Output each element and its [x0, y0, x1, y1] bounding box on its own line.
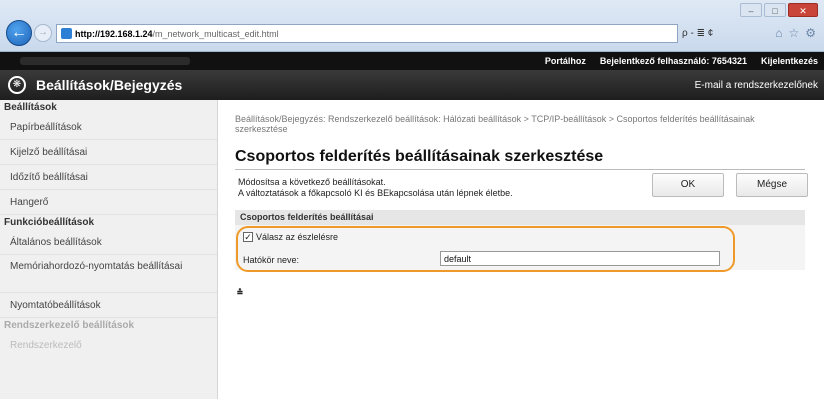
sidebar-section-settings: Beállítások: [4, 102, 57, 113]
scope-name-label: Hatókör neve:: [243, 255, 300, 265]
sidebar-item-paper[interactable]: Papírbeállítások: [0, 115, 217, 140]
back-to-top-icon[interactable]: ⩮: [237, 287, 243, 298]
page-icon: [61, 28, 72, 39]
email-admin-link[interactable]: E-mail a rendszerkezelőnek: [695, 80, 818, 91]
url-host: http://192.168.1.24: [75, 28, 153, 39]
home-icon[interactable]: ⌂: [775, 26, 782, 40]
portal-link[interactable]: Portálhoz: [545, 56, 586, 66]
sidebar-item-memory-print[interactable]: Memóriahordozó-nyomtatás beállításai: [0, 255, 217, 293]
sidebar-item-volume[interactable]: Hangerő: [0, 190, 217, 215]
scope-name-input[interactable]: [440, 251, 720, 266]
sidebar-item-timer[interactable]: Időzítő beállításai: [0, 165, 217, 190]
cancel-button[interactable]: Mégse: [736, 173, 808, 197]
checkbox-box[interactable]: ✓: [243, 232, 253, 242]
browser-chrome: – □ ✕ ← → http://192.168.1.24 /m_network…: [0, 0, 824, 52]
sidebar: Beállítások Papírbeállítások Kijelző beá…: [0, 100, 218, 399]
logged-in-user: Bejelentkező felhasználó: 7654321: [600, 56, 747, 66]
url-path: /m_network_multicast_edit.html: [152, 28, 279, 39]
close-button[interactable]: ✕: [788, 3, 818, 17]
checkbox-label: Válasz az észlelésre: [256, 232, 339, 242]
description: Módosítsa a következő beállításokat. A v…: [238, 177, 513, 199]
app-title: Beállítások/Bejegyzés: [36, 77, 183, 93]
main-content: Beállítások/Bejegyzés: Rendszerkezelő be…: [226, 100, 816, 399]
window-controls: – □ ✕: [740, 3, 818, 17]
sidebar-item-admin[interactable]: Rendszerkezelő: [0, 333, 217, 358]
address-tools[interactable]: ρ - ≣ ¢: [682, 24, 713, 43]
browser-toolbar-icons: ⌂ ☆ ⚙: [775, 26, 816, 40]
maximize-button[interactable]: □: [764, 3, 786, 17]
description-line-1: Módosítsa a következő beállításokat.: [238, 177, 386, 187]
respond-to-discovery-checkbox[interactable]: ✓ Válasz az észlelésre: [243, 232, 338, 242]
sidebar-section-admin: Rendszerkezelő beállítások: [4, 320, 135, 331]
minimize-button[interactable]: –: [740, 3, 762, 17]
breadcrumb[interactable]: Beállítások/Bejegyzés: Rendszerkezelő be…: [235, 114, 795, 134]
sidebar-item-printer[interactable]: Nyomtatóbeállítások: [0, 293, 217, 318]
sidebar-item-general[interactable]: Általános beállítások: [0, 230, 217, 255]
title-divider: [235, 169, 805, 170]
back-button[interactable]: ←: [6, 20, 32, 46]
blurred-device-name: [20, 57, 190, 65]
settings-logo-icon: ❋: [8, 76, 26, 94]
description-line-2: A változtatások a főkapcsoló KI és BEkap…: [238, 188, 513, 198]
user-value: 7654321: [711, 56, 747, 66]
logout-link[interactable]: Kijelentkezés: [761, 56, 818, 66]
forward-button[interactable]: →: [34, 24, 52, 42]
user-label: Bejelentkező felhasználó:: [599, 56, 710, 66]
section-header: Csoportos felderítés beállításai: [235, 210, 805, 225]
top-bar: Portálhoz Bejelentkező felhasználó: 7654…: [0, 52, 824, 70]
sidebar-section-functions: Funkcióbeállítások: [4, 217, 95, 228]
address-bar[interactable]: http://192.168.1.24 /m_network_multicast…: [56, 24, 678, 43]
sidebar-item-display[interactable]: Kijelző beállításai: [0, 140, 217, 165]
page-title: Csoportos felderítés beállításainak szer…: [235, 148, 604, 165]
title-bar: ❋ Beállítások/Bejegyzés E-mail a rendsze…: [0, 70, 824, 100]
ok-button[interactable]: OK: [652, 173, 724, 197]
settings-icon[interactable]: ⚙: [805, 26, 816, 40]
favorites-icon[interactable]: ☆: [788, 26, 799, 40]
